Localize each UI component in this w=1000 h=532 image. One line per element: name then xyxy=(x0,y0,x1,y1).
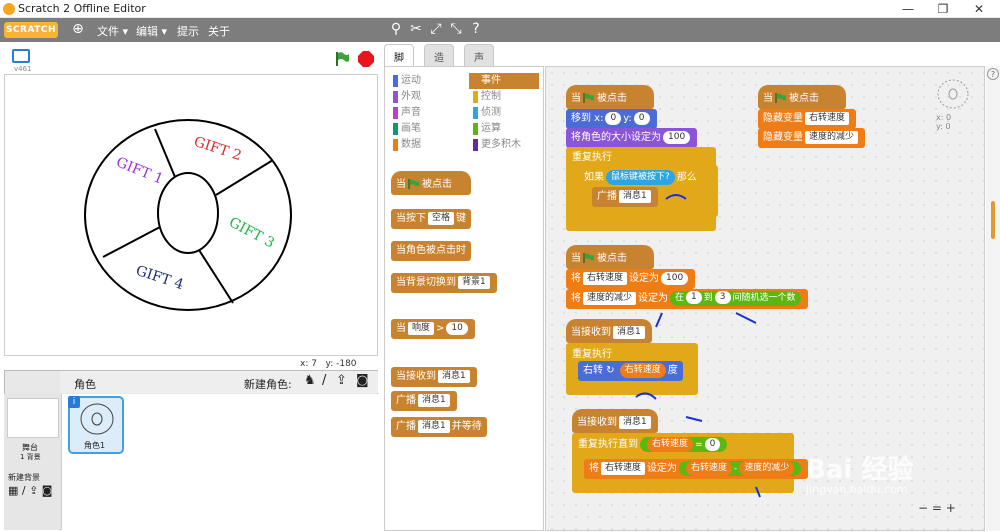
broadcast-wait-block[interactable]: 广播 消息1 并等待 xyxy=(391,417,487,437)
stage-header: v461 xyxy=(4,45,378,73)
version-label: v461 xyxy=(14,65,32,73)
when-backdrop-switch-block[interactable]: 当背景切换到 背景1 xyxy=(391,273,497,293)
when-key-block[interactable]: 当按下 空格键 xyxy=(391,209,472,229)
category-more-blocks[interactable]: 更多积木 xyxy=(469,137,539,153)
current-sprite-preview xyxy=(937,79,969,109)
category-sensing[interactable]: 侦测 xyxy=(469,105,539,121)
green-flag-icon[interactable] xyxy=(334,51,350,67)
new-backdrop-label: 新建背景 xyxy=(8,473,40,482)
sprites-header: 角色 新建角色: ♞ / ⇪ ◙ xyxy=(60,371,378,393)
tab-costumes[interactable]: 造型 xyxy=(424,44,454,79)
watermark-url: jingyan.baidu.com xyxy=(806,483,908,496)
zoom-in-button[interactable]: + xyxy=(946,501,956,515)
category-looks[interactable]: 外观 xyxy=(389,89,459,105)
title-bar: Scratch 2 Offline Editor — ❐ ✕ xyxy=(0,0,1000,18)
mouse-coords: x: 7 y: -180 xyxy=(300,359,357,369)
globe-icon[interactable]: ⊕ xyxy=(70,21,86,37)
category-pen[interactable]: 画笔 xyxy=(389,121,459,137)
zoom-out-button[interactable]: − xyxy=(918,501,928,515)
shrink-icon[interactable]: ⤡ xyxy=(448,21,464,37)
stage-canvas[interactable]: GIFT 1 GIFT 2 GIFT 3 GIFT 4 xyxy=(4,74,378,356)
script-area[interactable]: 当被点击 移到 x: 0 y: 0 将角色的大小设定为 100 重复执行 如果 鼠标键被按… xyxy=(545,66,985,531)
watermark-logo: Bai 经验 xyxy=(806,455,914,485)
right-side-panel: ? xyxy=(986,66,1000,531)
menu-about[interactable]: 关于 xyxy=(208,23,230,39)
stage-thumbnail[interactable] xyxy=(7,398,59,438)
script-coord-y: y: 0 xyxy=(936,122,951,131)
camera-icon[interactable]: ◙ xyxy=(356,373,369,388)
grow-icon[interactable]: ⤢ xyxy=(428,21,444,37)
sprites-title: 角色 xyxy=(74,378,96,391)
scratch-logo: SCRATCH xyxy=(4,22,58,38)
block-palette: 运动 外观 声音 画笔 数据 事件 控制 侦测 运算 更多积木 当被点击 当按下… xyxy=(384,66,544,531)
category-sound[interactable]: 声音 xyxy=(389,105,459,121)
scrollbar-thumb[interactable] xyxy=(991,201,995,239)
delete-icon[interactable]: ✂ xyxy=(408,21,424,37)
backdrop-tools-icon[interactable]: ▦ / ⇪ ◙ xyxy=(8,484,52,497)
sprite-name: 角色1 xyxy=(84,441,106,450)
sprite-thumbnail xyxy=(80,403,114,435)
menu-tips[interactable]: 提示 xyxy=(177,23,199,39)
help-question-icon[interactable]: ? xyxy=(987,68,999,80)
coord-x: x: 7 xyxy=(300,359,317,369)
tab-scripts[interactable]: 脚本 xyxy=(384,44,414,79)
menu-bar: SCRATCH ⊕ 文件 ▾ 编辑 ▾ 提示 关于 ⚲ ✂ ⤢ ⤡ ? xyxy=(0,18,1000,42)
stage-thumbnail-panel: 舞台 1 背景 新建背景 ▦ / ⇪ ◙ xyxy=(4,394,60,530)
category-motion[interactable]: 运动 xyxy=(389,73,459,89)
stop-icon[interactable] xyxy=(358,51,374,67)
new-sprite-label: 新建角色: xyxy=(244,378,292,391)
window-title: Scratch 2 Offline Editor xyxy=(18,2,146,15)
sprite-library-icon[interactable]: ♞ xyxy=(304,373,316,388)
menu-edit[interactable]: 编辑 ▾ xyxy=(136,23,167,39)
wheel-sprite[interactable] xyxy=(5,75,377,355)
category-data[interactable]: 数据 xyxy=(389,137,459,153)
when-sprite-clicked-block[interactable]: 当角色被点击时 xyxy=(391,241,471,261)
category-events[interactable]: 事件 xyxy=(469,73,539,89)
sprite-card[interactable]: i 角色1 xyxy=(68,396,124,454)
when-receive-block[interactable]: 当接收到 消息1 xyxy=(391,367,477,387)
help-icon[interactable]: ? xyxy=(468,21,484,37)
coord-y: y: -180 xyxy=(325,359,357,369)
category-control[interactable]: 控制 xyxy=(469,89,539,105)
close-button[interactable]: ✕ xyxy=(964,0,994,18)
info-icon[interactable]: i xyxy=(68,396,80,408)
zoom-controls: − = + xyxy=(918,501,956,515)
sprites-list: i 角色1 xyxy=(61,394,378,530)
duplicate-icon[interactable]: ⚲ xyxy=(388,21,404,37)
menu-file[interactable]: 文件 ▾ xyxy=(97,23,128,39)
paint-icon[interactable]: / xyxy=(322,373,326,388)
zoom-reset-button[interactable]: = xyxy=(932,501,942,515)
maximize-button[interactable]: ❐ xyxy=(928,0,958,18)
hand-annotations xyxy=(635,194,761,498)
when-flag-block[interactable]: 当被点击 xyxy=(391,171,471,195)
fullscreen-icon[interactable] xyxy=(12,49,30,63)
tab-sounds[interactable]: 声音 xyxy=(464,44,494,79)
category-operators[interactable]: 运算 xyxy=(469,121,539,137)
stage-sub-label: 1 背景 xyxy=(20,453,41,461)
upload-icon[interactable]: ⇪ xyxy=(336,373,347,388)
minimize-button[interactable]: — xyxy=(893,0,923,18)
script-coord-x: x: 0 xyxy=(936,113,952,122)
app-icon xyxy=(3,3,15,15)
when-greater-block[interactable]: 当响度 >10 xyxy=(391,319,475,339)
broadcast-block[interactable]: 广播 消息1 xyxy=(391,391,457,411)
